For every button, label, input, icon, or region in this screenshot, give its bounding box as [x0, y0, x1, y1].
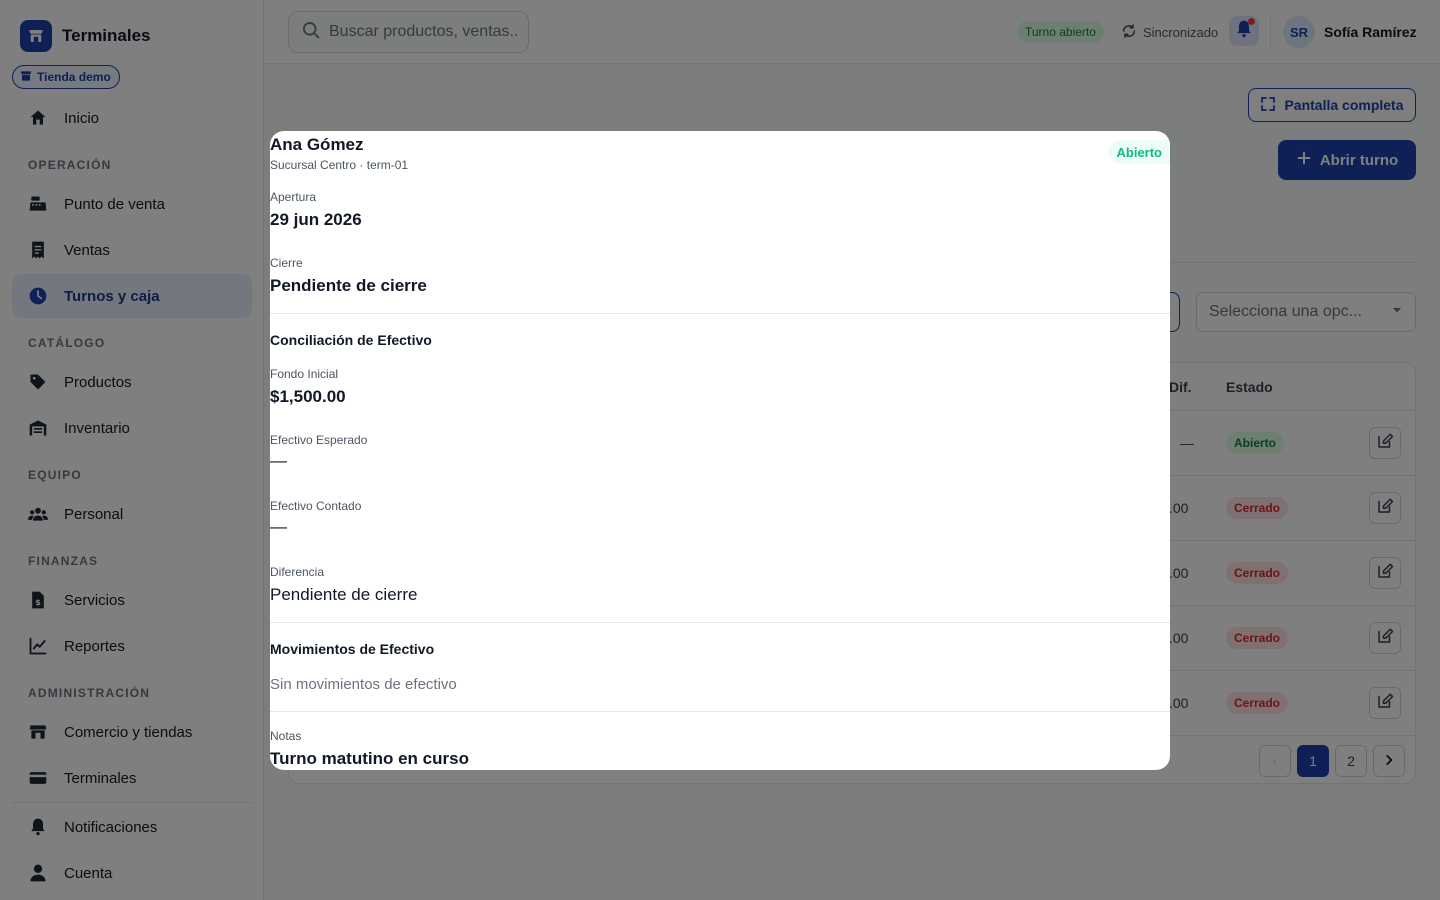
movimientos-title: Movimientos de Efectivo — [270, 641, 435, 657]
efectivo-esperado-value: — — [270, 451, 287, 470]
diferencia-value: Pendiente de cierre — [270, 585, 418, 604]
shift-detail-modal: Ana Gómez Sucursal Centro · term-01 Abie… — [270, 131, 1170, 770]
diferencia-label: Diferencia — [270, 565, 325, 579]
section-divider — [270, 711, 1170, 712]
fondo-inicial-value: $1,500.00 — [270, 387, 346, 406]
conciliacion-title: Conciliación de Efectivo — [270, 332, 432, 348]
shift-subtitle: Sucursal Centro · term-01 — [270, 158, 409, 172]
cashier-name: Ana Gómez — [270, 135, 364, 154]
apertura-value: 29 jun 2026 — [270, 210, 362, 229]
efectivo-contado-label: Efectivo Contado — [270, 499, 362, 513]
cierre-value: Pendiente de cierre — [270, 276, 427, 295]
apertura-label: Apertura — [270, 190, 317, 204]
cierre-label: Cierre — [270, 256, 303, 270]
efectivo-contado-value: — — [270, 517, 287, 536]
notas-label: Notas — [270, 729, 302, 743]
status-badge: Abierto — [1108, 140, 1170, 164]
notas-value: Turno matutino en curso — [270, 749, 469, 768]
section-divider — [270, 622, 1170, 623]
section-divider — [270, 313, 1170, 314]
movimientos-empty: Sin movimientos de efectivo — [270, 676, 457, 693]
efectivo-esperado-label: Efectivo Esperado — [270, 433, 368, 447]
fondo-inicial-label: Fondo Inicial — [270, 367, 339, 381]
